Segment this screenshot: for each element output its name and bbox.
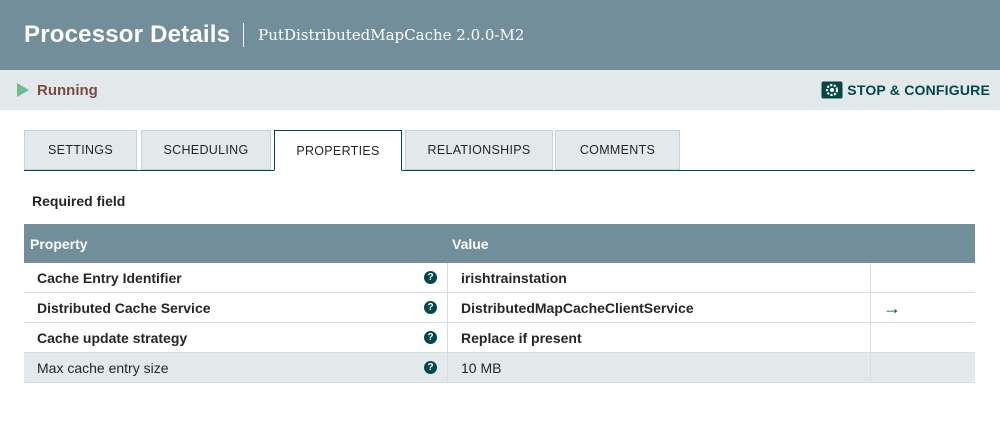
property-name: Distributed Cache Service [37, 299, 211, 316]
table-row: Cache update strategy ? Replace if prese… [24, 323, 975, 353]
row-actions [871, 323, 975, 352]
gear-icon [821, 81, 843, 99]
help-icon[interactable]: ? [424, 361, 437, 374]
property-value[interactable]: 10 MB [448, 353, 871, 382]
dialog-header: Processor Details PutDistributedMapCache… [0, 0, 1000, 70]
property-value[interactable]: irishtrainstation [448, 263, 871, 292]
tab-bar: SETTINGS SCHEDULING PROPERTIES RELATIONS… [24, 130, 975, 171]
properties-table: Property Value Cache Entry Identifier ? … [24, 224, 975, 383]
table-row: Distributed Cache Service ? DistributedM… [24, 293, 975, 323]
tab-relationships[interactable]: RELATIONSHIPS [405, 130, 553, 170]
run-status: Running [17, 82, 98, 99]
property-name: Cache update strategy [37, 329, 188, 346]
status-text: Running [37, 81, 98, 99]
play-icon [17, 83, 29, 97]
title-divider [243, 23, 245, 47]
processor-type: PutDistributedMapCache 2.0.0-M2 [258, 26, 525, 44]
help-icon[interactable]: ? [424, 331, 437, 344]
go-to-service-icon[interactable]: → [883, 299, 901, 317]
stop-configure-label: STOP & CONFIGURE [847, 82, 990, 98]
property-name: Cache Entry Identifier [37, 269, 182, 286]
row-actions [871, 263, 975, 292]
dialog-title: Processor Details [24, 21, 231, 48]
property-name: Max cache entry size [37, 359, 169, 376]
status-bar: Running STOP & CONFIGURE [0, 70, 1000, 110]
tab-settings[interactable]: SETTINGS [24, 130, 137, 170]
table-row: Cache Entry Identifier ? irishtrainstati… [24, 263, 975, 293]
stop-configure-button[interactable]: STOP & CONFIGURE [821, 81, 990, 99]
tab-comments[interactable]: COMMENTS [555, 130, 680, 170]
property-value[interactable]: Replace if present [448, 323, 871, 352]
help-icon[interactable]: ? [424, 301, 437, 314]
property-value[interactable]: DistributedMapCacheClientService [448, 293, 871, 322]
required-field-legend: Required field [32, 193, 126, 209]
table-header: Property Value [24, 224, 975, 263]
tab-scheduling[interactable]: SCHEDULING [141, 130, 271, 170]
row-actions: → [871, 293, 975, 322]
help-icon[interactable]: ? [424, 271, 437, 284]
column-header-value[interactable]: Value [448, 236, 489, 252]
tab-properties[interactable]: PROPERTIES [274, 130, 402, 171]
row-actions [871, 353, 975, 382]
column-header-property[interactable]: Property [24, 236, 448, 252]
table-row: Max cache entry size ? 10 MB [24, 353, 975, 383]
